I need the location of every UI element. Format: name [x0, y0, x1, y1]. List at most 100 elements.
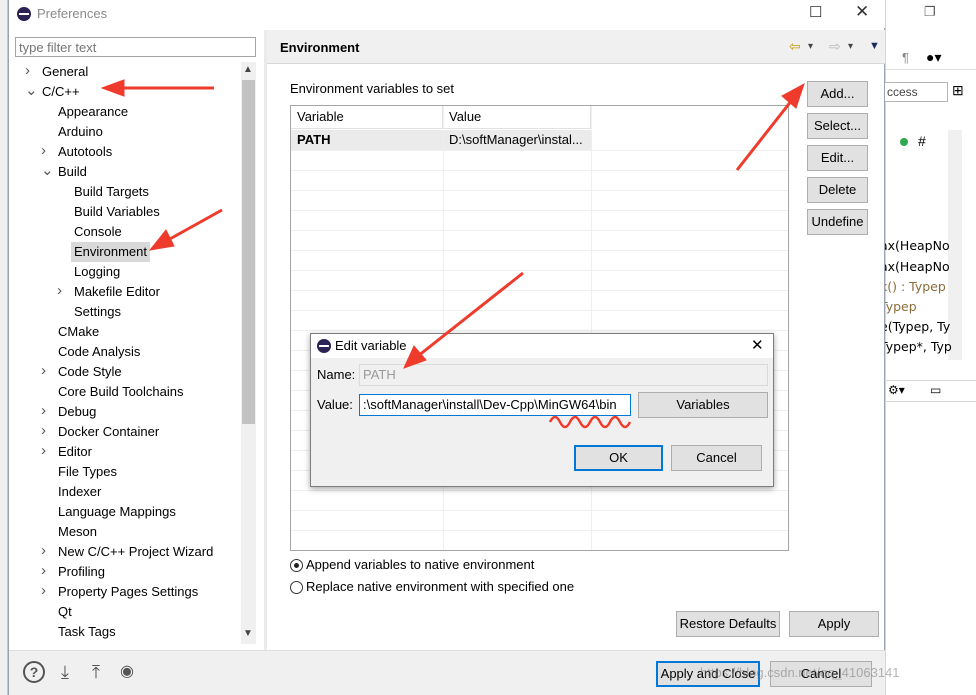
tree-item[interactable]: Settings: [71, 302, 124, 322]
tree-item[interactable]: Build: [55, 162, 90, 182]
undefine-button[interactable]: Undefine: [807, 209, 868, 235]
tree-item[interactable]: Property Pages Settings: [55, 582, 201, 602]
append-radio[interactable]: [290, 559, 303, 572]
chevron-right-icon[interactable]: ›: [41, 443, 46, 458]
tree-scrollbar[interactable]: ▲ ▼: [241, 62, 256, 644]
export-icon[interactable]: ⤒: [85, 661, 107, 683]
dialog-cancel-button[interactable]: Cancel: [671, 445, 762, 471]
tree-item-label: Build Targets: [74, 184, 149, 199]
tree-item[interactable]: Language Mappings: [55, 502, 179, 522]
tree-item[interactable]: CMake: [55, 322, 102, 342]
chevron-right-icon[interactable]: ›: [41, 563, 46, 578]
minimize-icon[interactable]: ▭: [930, 383, 941, 397]
chevron-right-icon[interactable]: ›: [57, 283, 62, 298]
tree-item[interactable]: Environment: [71, 242, 150, 262]
grid-row-line: [291, 310, 788, 311]
forward-menu-icon[interactable]: ▾: [848, 41, 853, 52]
scroll-up-icon[interactable]: ▲: [243, 64, 253, 75]
tree-item[interactable]: Code Style: [55, 362, 125, 382]
back-menu-icon[interactable]: ▾: [808, 41, 813, 52]
tree-item-label: Console: [74, 224, 122, 239]
grid-row-line: [291, 290, 788, 291]
help-icon[interactable]: ?: [23, 661, 45, 683]
tree-item[interactable]: Appearance: [55, 102, 131, 122]
tree-item[interactable]: General: [39, 62, 91, 82]
restore-defaults-button[interactable]: Restore Defaults: [676, 611, 780, 637]
grid-row-line: [291, 510, 788, 511]
grid-row-line: [291, 330, 788, 331]
background-code-line: e(Typep, Ty: [880, 319, 951, 334]
tree-item[interactable]: Profiling: [55, 562, 108, 582]
dialog-titlebar: Edit variable ✕: [311, 334, 773, 358]
tree-item[interactable]: Code Analysis: [55, 342, 143, 362]
replace-radio-label[interactable]: Replace native environment with specifie…: [306, 579, 574, 594]
tree-item-label: Appearance: [58, 104, 129, 119]
tree-item[interactable]: Logging: [71, 262, 123, 282]
tree-item[interactable]: New C/C++ Project Wizard: [55, 542, 216, 562]
tree-item[interactable]: Core Build Toolchains: [55, 382, 187, 402]
scroll-thumb[interactable]: [242, 80, 255, 424]
tree-item[interactable]: Task Tags: [55, 622, 119, 642]
name-field[interactable]: PATH: [359, 364, 768, 386]
table-row[interactable]: PATH D:\softManager\instal...: [291, 130, 591, 150]
value-field[interactable]: :\softManager\install\Dev-Cpp\MinGW64\bi…: [359, 394, 631, 416]
view-menu-icon[interactable]: ▼: [869, 40, 880, 52]
perspective-icon[interactable]: ⊞: [952, 82, 964, 99]
chevron-right-icon[interactable]: ›: [41, 543, 46, 558]
chevron-down-icon[interactable]: ⌄: [41, 163, 54, 178]
tree-item-label: Makefile Editor: [74, 284, 160, 299]
tree-item[interactable]: Debug: [55, 402, 99, 422]
delete-button[interactable]: Delete: [807, 177, 868, 203]
chevron-right-icon[interactable]: ›: [25, 63, 30, 78]
filter-input[interactable]: [15, 37, 256, 57]
chevron-right-icon[interactable]: ›: [41, 423, 46, 438]
view-menu-icon[interactable]: ⚙▾: [888, 383, 905, 397]
maximize-icon[interactable]: ☐: [809, 3, 822, 21]
back-icon[interactable]: ⇦: [789, 38, 801, 55]
tree-item[interactable]: Autotools: [55, 142, 115, 162]
chevron-right-icon[interactable]: ›: [41, 583, 46, 598]
chevron-right-icon[interactable]: ›: [41, 403, 46, 418]
tree-item[interactable]: Editor: [55, 442, 95, 462]
tree-item[interactable]: Makefile Editor: [71, 282, 163, 302]
import-icon[interactable]: ⤓: [54, 661, 76, 683]
variables-button[interactable]: Variables: [638, 392, 768, 418]
forward-icon[interactable]: ⇨: [829, 38, 841, 55]
background-view-toolbar: ⚙▾ ▭: [886, 380, 976, 402]
tree-item-label: Meson: [58, 524, 98, 539]
record-icon[interactable]: ◉: [116, 661, 138, 683]
sash[interactable]: [264, 30, 267, 650]
tree-item[interactable]: C/C++: [39, 82, 83, 102]
tree-item[interactable]: Arduino: [55, 122, 106, 142]
dialog-close-icon[interactable]: ✕: [751, 336, 764, 354]
chevron-right-icon[interactable]: ›: [41, 143, 46, 158]
account-icon: ●▾: [926, 49, 942, 65]
tree-item[interactable]: Qt: [55, 602, 75, 622]
close-icon[interactable]: ✕: [855, 2, 869, 22]
column-header-variable[interactable]: Variable: [291, 106, 443, 129]
ok-button[interactable]: OK: [574, 445, 663, 471]
select-button[interactable]: Select...: [807, 113, 868, 139]
apply-button[interactable]: Apply: [789, 611, 879, 637]
scroll-down-icon[interactable]: ▼: [243, 628, 253, 639]
add-button[interactable]: Add...: [807, 81, 868, 107]
chevron-down-icon[interactable]: ⌄: [25, 83, 38, 98]
tree-item[interactable]: Meson: [55, 522, 100, 542]
tree-item[interactable]: Build Targets: [71, 182, 152, 202]
tree-item-label: Code Style: [58, 364, 122, 379]
tree-item-label: Qt: [58, 604, 72, 619]
append-radio-label[interactable]: Append variables to native environment: [306, 557, 534, 572]
column-header-value[interactable]: Value: [443, 106, 591, 129]
grid-row-line: [291, 230, 788, 231]
tree-item[interactable]: Console: [71, 222, 125, 242]
replace-radio[interactable]: [290, 581, 303, 594]
chevron-right-icon[interactable]: ›: [41, 363, 46, 378]
window-titlebar: Preferences ☐ ✕: [9, 0, 885, 28]
edit-button[interactable]: Edit...: [807, 145, 868, 171]
tree-item[interactable]: Indexer: [55, 482, 104, 502]
panel-header: Environment ⇦ ▾ ⇨ ▾ ▼: [267, 30, 885, 64]
tree-item[interactable]: Docker Container: [55, 422, 162, 442]
tree-item[interactable]: File Types: [55, 462, 120, 482]
tree-item[interactable]: Build Variables: [71, 202, 163, 222]
quick-access-field[interactable]: ccess: [884, 82, 948, 102]
